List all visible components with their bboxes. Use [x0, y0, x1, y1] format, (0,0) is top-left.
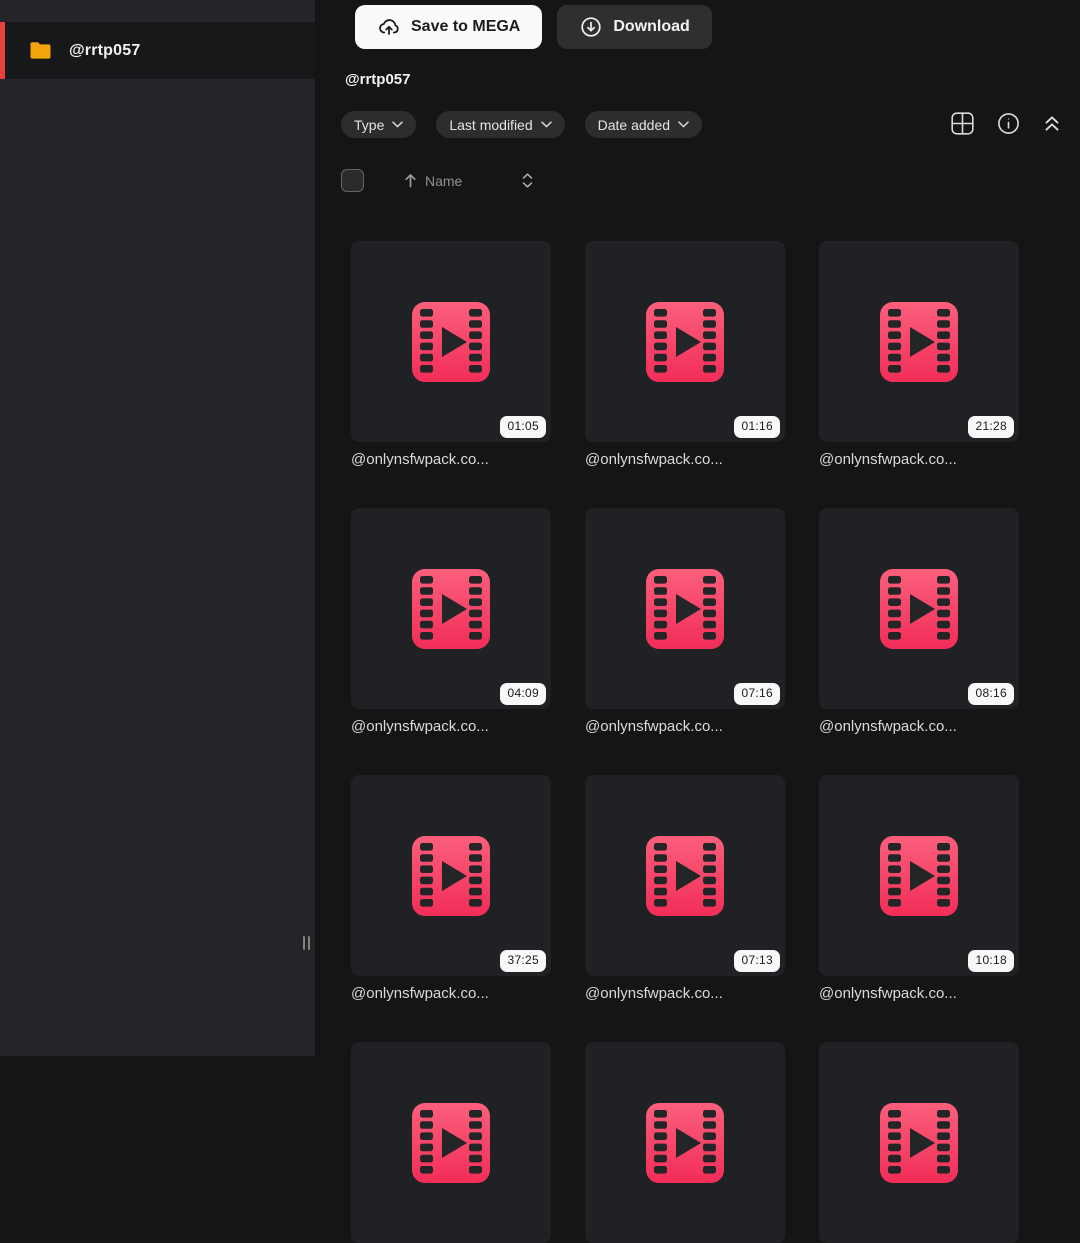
video-file-icon: [412, 1102, 490, 1183]
video-file-icon: [646, 568, 724, 649]
file-name: @onlynsfwpack.co...: [819, 985, 957, 1002]
video-thumbnail[interactable]: 21:28: [819, 241, 1019, 442]
selected-accent-bar: [0, 22, 5, 79]
view-controls: [951, 112, 1061, 135]
sort-toggle-icon[interactable]: [522, 173, 533, 188]
video-thumbnail[interactable]: 08:16: [819, 508, 1019, 709]
duration-badge: 37:25: [500, 950, 546, 972]
download-button[interactable]: Download: [557, 5, 712, 49]
video-file-icon: [412, 301, 490, 382]
video-file-icon: [880, 301, 958, 382]
main-content: Save to MEGA Download @rrtp057 Type Last…: [315, 0, 1080, 1243]
file-card[interactable]: 01:05 @onlynsfwpack.co...: [351, 241, 551, 468]
sidebar-item-folder[interactable]: @rrtp057: [0, 22, 315, 79]
duration-badge: 07:13: [734, 950, 780, 972]
file-card[interactable]: [585, 1042, 785, 1243]
filter-date-added-chip[interactable]: Date added: [584, 111, 703, 138]
duration-badge: 07:16: [734, 683, 780, 705]
file-name: @onlynsfwpack.co...: [585, 985, 723, 1002]
sidebar-top-strip: [0, 0, 315, 22]
file-card[interactable]: 04:09 @onlynsfwpack.co...: [351, 508, 551, 735]
file-card[interactable]: [351, 1042, 551, 1243]
collapse-up-icon[interactable]: [1043, 115, 1061, 132]
sort-field-label[interactable]: Name: [425, 173, 462, 189]
chevron-down-icon: [392, 121, 404, 128]
file-name: @onlynsfwpack.co...: [351, 718, 489, 735]
select-all-checkbox[interactable]: [341, 169, 364, 192]
filter-type-chip[interactable]: Type: [341, 111, 417, 138]
file-card[interactable]: 01:16 @onlynsfwpack.co...: [585, 241, 785, 468]
video-thumbnail[interactable]: 01:05: [351, 241, 551, 442]
video-file-icon: [880, 835, 958, 916]
file-card[interactable]: 07:16 @onlynsfwpack.co...: [585, 508, 785, 735]
sidebar: @rrtp057: [0, 0, 315, 1056]
video-file-icon: [880, 568, 958, 649]
file-name: @onlynsfwpack.co...: [585, 718, 723, 735]
download-label: Download: [613, 18, 690, 35]
info-icon[interactable]: [997, 112, 1020, 135]
file-name: @onlynsfwpack.co...: [585, 451, 723, 468]
file-card[interactable]: 21:28 @onlynsfwpack.co...: [819, 241, 1019, 468]
video-file-icon: [646, 1102, 724, 1183]
duration-badge: 21:28: [968, 416, 1014, 438]
video-file-icon: [646, 301, 724, 382]
file-card[interactable]: 10:18 @onlynsfwpack.co...: [819, 775, 1019, 1002]
file-grid: 01:05 @onlynsfwpack.co... 01:16 @onlynsf…: [351, 241, 1019, 1243]
video-file-icon: [412, 568, 490, 649]
file-name: @onlynsfwpack.co...: [819, 451, 957, 468]
chevron-down-icon: [540, 121, 552, 128]
cloud-upload-icon: [377, 15, 401, 39]
video-thumbnail[interactable]: 07:16: [585, 508, 785, 709]
filter-row: Type Last modified Date added: [341, 111, 703, 138]
list-header: Name: [341, 169, 533, 192]
filter-type-label: Type: [354, 116, 385, 133]
save-to-mega-button[interactable]: Save to MEGA: [355, 5, 543, 49]
file-name: @onlynsfwpack.co...: [351, 985, 489, 1002]
file-name: @onlynsfwpack.co...: [351, 451, 489, 468]
filter-last-modified-chip[interactable]: Last modified: [436, 111, 565, 138]
duration-badge: 01:16: [734, 416, 780, 438]
filter-last-modified-label: Last modified: [449, 116, 533, 133]
duration-badge: 08:16: [968, 683, 1014, 705]
video-thumbnail[interactable]: [819, 1042, 1019, 1243]
file-card[interactable]: 07:13 @onlynsfwpack.co...: [585, 775, 785, 1002]
file-card[interactable]: 37:25 @onlynsfwpack.co...: [351, 775, 551, 1002]
video-thumbnail[interactable]: 37:25: [351, 775, 551, 976]
toolbar: Save to MEGA Download: [355, 5, 712, 49]
duration-badge: 04:09: [500, 683, 546, 705]
video-file-icon: [880, 1102, 958, 1183]
video-thumbnail[interactable]: 10:18: [819, 775, 1019, 976]
video-thumbnail[interactable]: 04:09: [351, 508, 551, 709]
chevron-down-icon: [678, 121, 689, 128]
video-thumbnail[interactable]: [351, 1042, 551, 1243]
filter-date-added-label: Date added: [597, 116, 671, 133]
duration-badge: 01:05: [500, 416, 546, 438]
sort-direction-up-icon[interactable]: [404, 173, 417, 188]
video-thumbnail[interactable]: 07:13: [585, 775, 785, 976]
video-file-icon: [646, 835, 724, 916]
download-icon: [579, 15, 603, 39]
folder-icon: [29, 41, 52, 60]
breadcrumb[interactable]: @rrtp057: [345, 71, 411, 88]
video-thumbnail[interactable]: [585, 1042, 785, 1243]
video-file-icon: [412, 835, 490, 916]
grid-view-icon[interactable]: [951, 112, 974, 135]
video-thumbnail[interactable]: 01:16: [585, 241, 785, 442]
folder-label: @rrtp057: [69, 41, 141, 59]
duration-badge: 10:18: [968, 950, 1014, 972]
file-card[interactable]: [819, 1042, 1019, 1243]
save-to-mega-label: Save to MEGA: [411, 18, 521, 35]
sidebar-resize-handle[interactable]: [303, 936, 310, 950]
file-name: @onlynsfwpack.co...: [819, 718, 957, 735]
file-card[interactable]: 08:16 @onlynsfwpack.co...: [819, 508, 1019, 735]
